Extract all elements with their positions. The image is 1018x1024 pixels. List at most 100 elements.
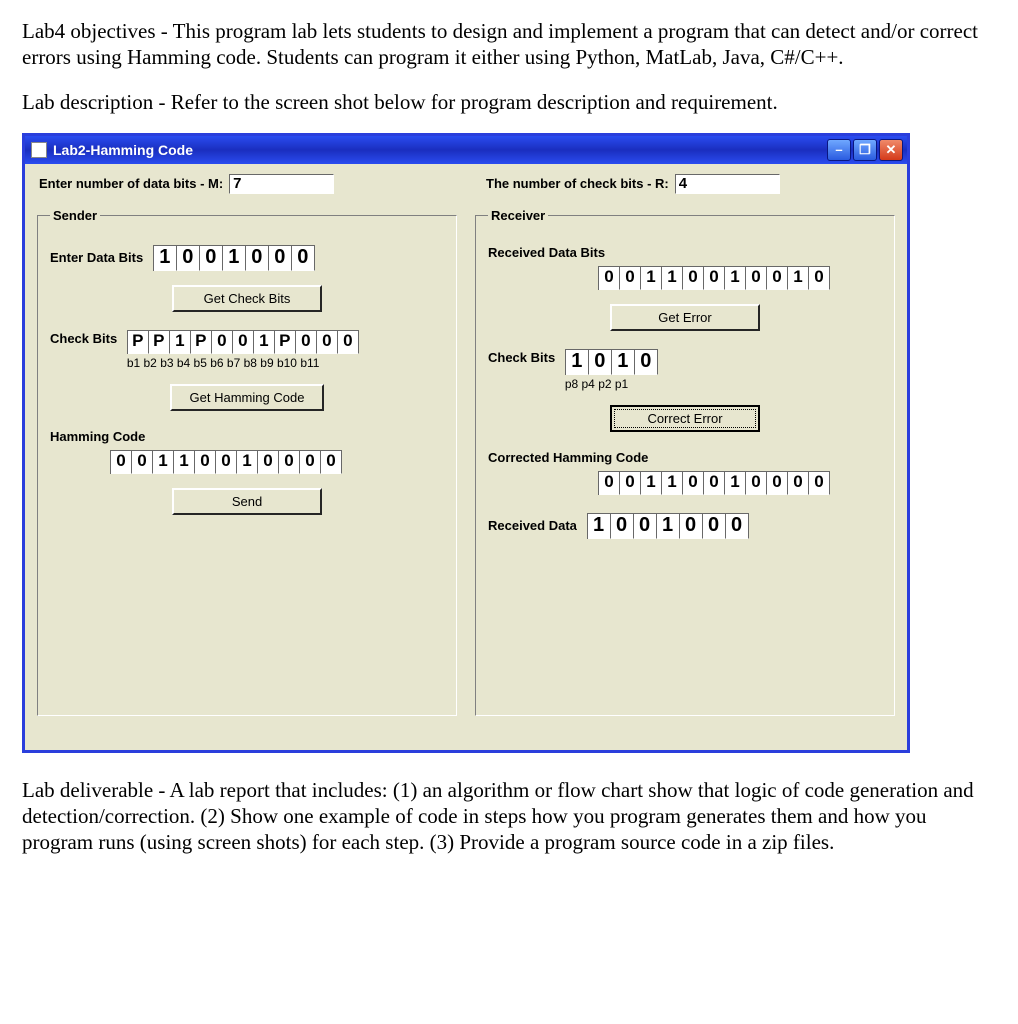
bit-cell: 0	[269, 245, 292, 271]
bit-cell: 1	[170, 330, 191, 354]
bit-cell: 0	[233, 330, 254, 354]
bit-cell: 0	[788, 471, 809, 495]
lab-deliverable: Lab deliverable - A lab report that incl…	[22, 777, 996, 856]
bit-cell: 0	[200, 245, 223, 271]
bit-cell: 1	[174, 450, 195, 474]
bit-cell: 0	[296, 330, 317, 354]
bit-cell: 1	[588, 513, 611, 539]
bit-cell: 0	[321, 450, 342, 474]
corrected-hamming-label: Corrected Hamming Code	[488, 450, 882, 465]
bit-cell: P	[275, 330, 296, 354]
bit-cell: 1	[254, 330, 275, 354]
bit-cell: 0	[317, 330, 338, 354]
bit-cell: 0	[746, 266, 767, 290]
get-check-bits-button[interactable]: Get Check Bits	[172, 285, 322, 312]
bit-cell: 0	[292, 245, 315, 271]
sender-legend: Sender	[50, 208, 100, 223]
bit-cell: 1	[237, 450, 258, 474]
bit-cell: P	[191, 330, 212, 354]
bit-cell: P	[128, 330, 149, 354]
bit-cell: 0	[704, 471, 725, 495]
received-data-label: Received Data	[488, 518, 577, 533]
bit-cell: 1	[725, 266, 746, 290]
bit-cell: 0	[683, 471, 704, 495]
receiver-check-bits-label: Check Bits	[488, 350, 555, 365]
client-area: Enter number of data bits - M: The numbe…	[25, 164, 907, 750]
bit-cell: 1	[153, 450, 174, 474]
received-data-bits-label: Received Data Bits	[488, 245, 882, 260]
receiver-corrected-bits: 00110010000	[598, 471, 830, 495]
bit-cell: 0	[767, 471, 788, 495]
sender-check-bits: PP1P001P000	[127, 330, 359, 354]
bit-cell: 0	[300, 450, 321, 474]
check-bits-label: Check Bits	[50, 331, 117, 346]
bit-cell: 1	[662, 471, 683, 495]
bit-cell: 0	[589, 349, 612, 375]
bit-cell: 0	[279, 450, 300, 474]
bit-cell: 0	[809, 266, 830, 290]
enter-data-bits-label: Enter Data Bits	[50, 250, 143, 265]
bit-cell: 1	[641, 471, 662, 495]
bit-cell: 0	[246, 245, 269, 271]
lab-objectives: Lab4 objectives - This program lab lets …	[22, 18, 996, 71]
bit-cell: 0	[132, 450, 153, 474]
app-window: Lab2-Hamming Code – ❐ ✕ Enter number of …	[22, 133, 910, 753]
window-title: Lab2-Hamming Code	[53, 142, 193, 158]
bit-cell: 0	[216, 450, 237, 474]
bit-cell: 1	[223, 245, 246, 271]
minimize-button[interactable]: –	[827, 139, 851, 161]
bit-cell: 0	[599, 471, 620, 495]
bit-cell: 1	[612, 349, 635, 375]
bit-cell: 1	[788, 266, 809, 290]
bit-cell: 0	[704, 266, 725, 290]
bit-cell: 0	[726, 513, 749, 539]
receiver-check-bits: 1010	[565, 349, 658, 375]
receiver-panel: Receiver Received Data Bits 00110010010 …	[475, 208, 895, 716]
bit-cell: 0	[620, 471, 641, 495]
get-error-button[interactable]: Get Error	[610, 304, 760, 331]
close-button[interactable]: ✕	[879, 139, 903, 161]
app-icon	[31, 142, 47, 158]
correct-error-button[interactable]: Correct Error	[610, 405, 760, 432]
bit-cell: 1	[641, 266, 662, 290]
bit-cell: 1	[725, 471, 746, 495]
bit-cell: 0	[111, 450, 132, 474]
send-button[interactable]: Send	[172, 488, 322, 515]
hamming-code-label: Hamming Code	[50, 429, 444, 444]
receiver-received-bits[interactable]: 00110010010	[598, 266, 830, 290]
bit-cell: P	[149, 330, 170, 354]
bit-cell: 0	[258, 450, 279, 474]
r-output	[675, 174, 780, 194]
bit-cell: 0	[338, 330, 359, 354]
receiver-received-data: 1001000	[587, 513, 749, 539]
bit-cell: 0	[746, 471, 767, 495]
receiver-legend: Receiver	[488, 208, 548, 223]
bit-cell: 0	[809, 471, 830, 495]
titlebar: Lab2-Hamming Code – ❐ ✕	[25, 136, 907, 164]
m-input[interactable]	[229, 174, 334, 194]
get-hamming-code-button[interactable]: Get Hamming Code	[170, 384, 325, 411]
maximize-button[interactable]: ❐	[853, 139, 877, 161]
lab-description: Lab description - Refer to the screen sh…	[22, 89, 996, 115]
sender-data-bits[interactable]: 1001000	[153, 245, 315, 271]
r-label: The number of check bits - R:	[486, 176, 669, 191]
bit-cell: 0	[703, 513, 726, 539]
bit-cell: 0	[635, 349, 658, 375]
bit-cell: 0	[611, 513, 634, 539]
bit-cell: 0	[680, 513, 703, 539]
bit-cell: 1	[657, 513, 680, 539]
bit-cell: 0	[195, 450, 216, 474]
bit-cell: 1	[662, 266, 683, 290]
receiver-check-bit-labels: p8 p4 p2 p1	[565, 377, 658, 391]
bit-cell: 0	[634, 513, 657, 539]
bit-cell: 0	[620, 266, 641, 290]
m-label: Enter number of data bits - M:	[39, 176, 223, 191]
bit-cell: 0	[599, 266, 620, 290]
sender-check-bit-labels: b1 b2 b3 b4 b5 b6 b7 b8 b9 b10 b11	[127, 356, 359, 370]
bit-cell: 0	[767, 266, 788, 290]
sender-panel: Sender Enter Data Bits 1001000 Get Check…	[37, 208, 457, 716]
bit-cell: 0	[212, 330, 233, 354]
bit-cell: 0	[177, 245, 200, 271]
bit-cell: 1	[566, 349, 589, 375]
bit-cell: 1	[154, 245, 177, 271]
